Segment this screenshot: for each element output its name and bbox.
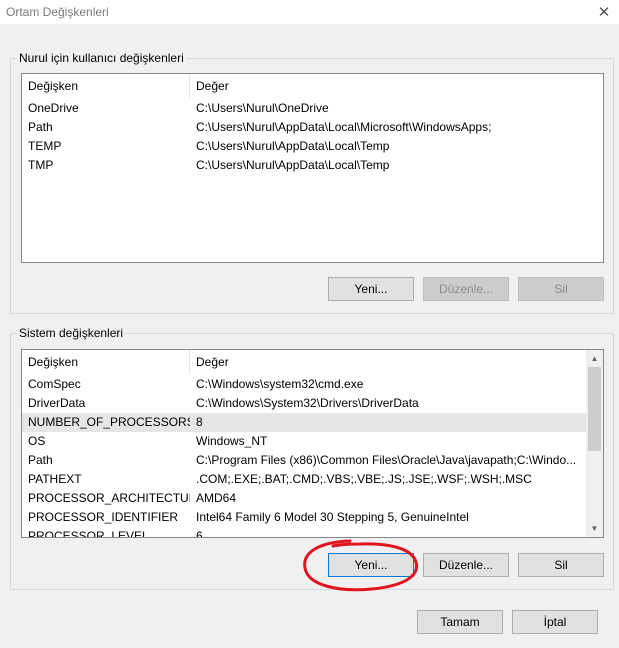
table-row[interactable]: TEMP C:\Users\Nurul\AppData\Local\Temp	[22, 137, 603, 156]
variable-name-cell: OS	[28, 434, 46, 448]
variable-value-cell: Windows_NT	[196, 434, 268, 448]
column-header-variable[interactable]: Değişken	[22, 350, 190, 374]
user-variables-rows: OneDrive C:\Users\Nurul\OneDrive Path C:\Us…	[22, 99, 603, 175]
variable-name-cell: PROCESSOR_LEVEL	[28, 529, 149, 538]
table-row[interactable]: PATHEXT .COM;.EXE;.BAT;.CMD;.VBS;.VBE;.JS…	[22, 470, 586, 489]
close-icon: ✕	[597, 4, 611, 21]
table-row[interactable]: Path C:\Users\Nurul\AppData\Local\Microso…	[22, 118, 603, 137]
system-variables-list[interactable]: Değişken Değer ComSpec C:\Windows\system3…	[21, 349, 604, 538]
title-bar: Ortam Değişkenleri ✕	[0, 0, 619, 24]
user-variables-label: Nurul için kullanıcı değişkenleri	[17, 51, 186, 65]
variable-value-cell: C:\Users\Nurul\AppData\Local\Temp	[196, 139, 390, 153]
chevron-down-icon[interactable]: ▼	[586, 520, 603, 537]
table-row[interactable]: DriverData C:\Windows\System32\Drivers\Dr…	[22, 394, 586, 413]
system-variables-header: Değişken Değer	[22, 350, 587, 374]
column-header-variable[interactable]: Değişken	[22, 74, 190, 98]
table-row[interactable]: OS Windows_NT	[22, 432, 586, 451]
chevron-up-icon[interactable]: ▲	[586, 350, 603, 367]
user-delete-button[interactable]: Sil	[518, 277, 604, 301]
column-header-value[interactable]: Değer	[190, 350, 587, 374]
table-row[interactable]: NUMBER_OF_PROCESSORS 8	[22, 413, 586, 432]
column-header-value[interactable]: Değer	[190, 74, 603, 98]
variable-name-cell: DriverData	[28, 396, 86, 410]
system-variables-label: Sistem değişkenleri	[17, 326, 126, 340]
environment-variables-dialog: Ortam Değişkenleri ✕ Nurul için kullanıc…	[0, 0, 619, 648]
user-variables-list[interactable]: Değişken Değer OneDrive C:\Users\Nurul\On…	[21, 73, 604, 263]
variable-value-cell: Intel64 Family 6 Model 30 Stepping 5, Ge…	[196, 510, 469, 524]
table-row[interactable]: OneDrive C:\Users\Nurul\OneDrive	[22, 99, 603, 118]
variable-name-cell: Path	[28, 120, 53, 134]
variable-value-cell: C:\Program Files (x86)\Common Files\Orac…	[196, 453, 577, 467]
variable-value-cell: 6	[196, 529, 203, 538]
user-new-button[interactable]: Yeni...	[328, 277, 414, 301]
variable-name-cell: NUMBER_OF_PROCESSORS	[28, 415, 190, 429]
system-variables-scrollbar[interactable]: ▲ ▼	[586, 350, 603, 537]
variable-value-cell: C:\Windows\System32\Drivers\DriverData	[196, 396, 419, 410]
window-title: Ortam Değişkenleri	[6, 5, 109, 19]
variable-name-cell: ComSpec	[28, 377, 81, 391]
user-variables-header: Değişken Değer	[22, 74, 603, 98]
variable-value-cell: C:\Windows\system32\cmd.exe	[196, 377, 364, 391]
variable-name-cell: TMP	[28, 158, 54, 172]
variable-value-cell: AMD64	[196, 491, 237, 505]
system-edit-button[interactable]: Düzenle...	[423, 553, 509, 577]
table-row[interactable]: PROCESSOR_LEVEL 6	[22, 527, 586, 538]
variable-value-cell: C:\Users\Nurul\AppData\Local\Temp	[196, 158, 390, 172]
variable-name-cell: PATHEXT	[28, 472, 82, 486]
variable-name-cell: OneDrive	[28, 101, 79, 115]
system-delete-button[interactable]: Sil	[518, 553, 604, 577]
table-row[interactable]: PROCESSOR_IDENTIFIER Intel64 Family 6 Mod…	[22, 508, 586, 527]
table-row[interactable]: TMP C:\Users\Nurul\AppData\Local\Temp	[22, 156, 603, 175]
close-button[interactable]: ✕	[589, 0, 619, 24]
variable-value-cell: 8	[196, 415, 203, 429]
ok-button[interactable]: Tamam	[417, 610, 503, 634]
variable-name-cell: TEMP	[28, 139, 62, 153]
table-row[interactable]: Path C:\Program Files (x86)\Common Files\…	[22, 451, 586, 470]
variable-value-cell: C:\Users\Nurul\OneDrive	[196, 101, 329, 115]
variable-value-cell: C:\Users\Nurul\AppData\Local\Microsoft\W…	[196, 120, 492, 134]
variable-name-cell: PROCESSOR_ARCHITECTURE	[28, 491, 190, 505]
system-new-button[interactable]: Yeni...	[328, 553, 414, 577]
user-edit-button[interactable]: Düzenle...	[423, 277, 509, 301]
table-row[interactable]: PROCESSOR_ARCHITECTURE AMD64	[22, 489, 586, 508]
variable-value-cell: .COM;.EXE;.BAT;.CMD;.VBS;.VBE;.JS;.JSE;.…	[196, 472, 532, 486]
cancel-button[interactable]: İptal	[512, 610, 598, 634]
variable-name-cell: PROCESSOR_IDENTIFIER	[28, 510, 179, 524]
system-variables-rows: ComSpec C:\Windows\system32\cmd.exe Driver…	[22, 375, 586, 538]
variable-name-cell: Path	[28, 453, 53, 467]
scrollbar-thumb[interactable]	[588, 367, 601, 451]
table-row[interactable]: ComSpec C:\Windows\system32\cmd.exe	[22, 375, 586, 394]
